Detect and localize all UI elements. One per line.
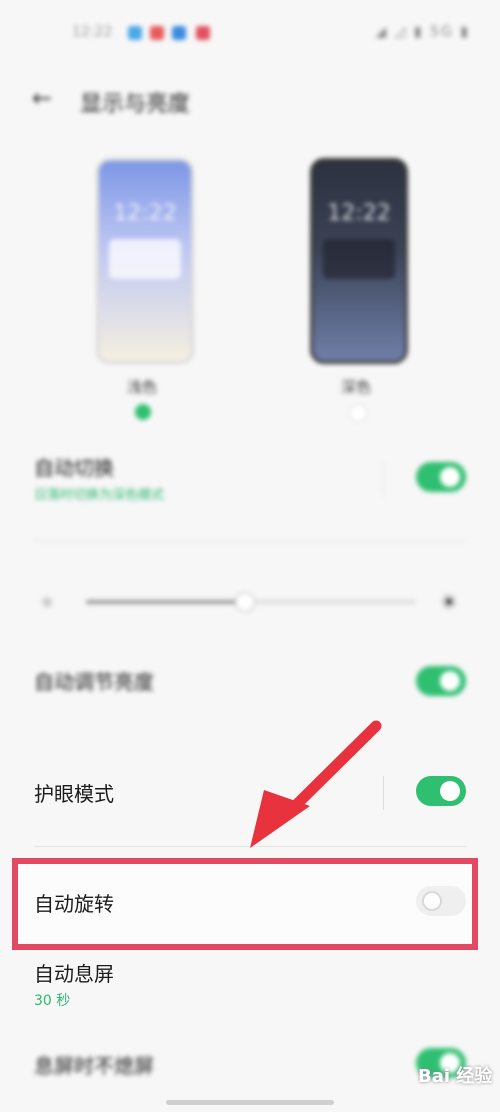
annotation-arrow bbox=[250, 720, 382, 848]
home-indicator bbox=[166, 1100, 334, 1105]
watermark: Bai 经验 bbox=[418, 1066, 493, 1087]
